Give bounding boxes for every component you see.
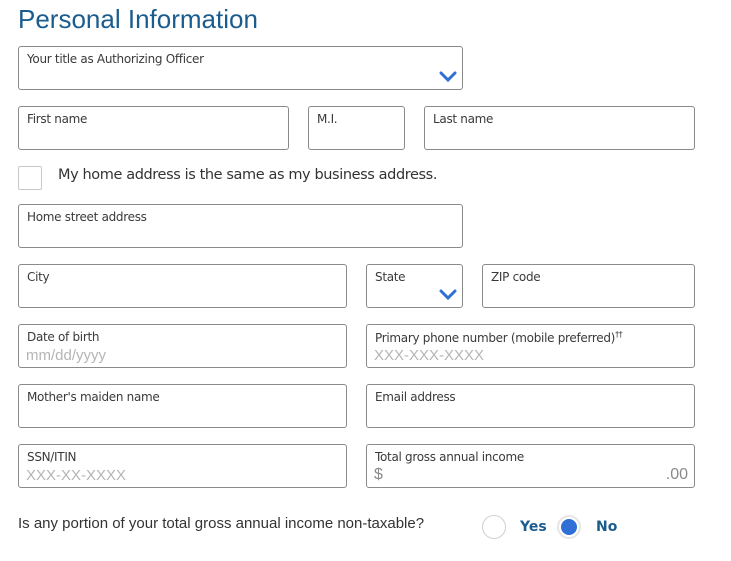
- officer-title-label: Your title as Authorizing Officer: [27, 52, 204, 66]
- income-input[interactable]: Total gross annual income $ .00: [366, 444, 695, 488]
- chevron-down-icon: [439, 71, 457, 83]
- ssn-label: SSN/ITIN: [27, 450, 77, 464]
- home-street-label: Home street address: [27, 210, 147, 224]
- city-label: City: [27, 270, 50, 284]
- email-input[interactable]: Email address: [366, 384, 695, 428]
- ssn-placeholder: XXX-XX-XXXX: [26, 467, 127, 484]
- last-name-input[interactable]: Last name: [424, 106, 695, 150]
- middle-initial-label: M.I.: [317, 112, 338, 126]
- zip-input[interactable]: ZIP code: [482, 264, 695, 308]
- radio-yes-label[interactable]: Yes: [520, 519, 547, 535]
- ssn-input[interactable]: SSN/ITIN XXX-XX-XXXX: [18, 444, 347, 488]
- radio-yes[interactable]: [482, 515, 506, 539]
- chevron-down-icon: [439, 289, 457, 301]
- maiden-name-input[interactable]: Mother's maiden name: [18, 384, 347, 428]
- phone-input[interactable]: Primary phone number (mobile preferred)†…: [366, 324, 695, 368]
- city-input[interactable]: City: [18, 264, 347, 308]
- nontaxable-question: Is any portion of your total gross annua…: [18, 515, 425, 532]
- dob-label: Date of birth: [27, 330, 100, 344]
- first-name-label: First name: [27, 112, 88, 126]
- radio-no[interactable]: [557, 515, 581, 539]
- dob-input[interactable]: Date of birth mm/dd/yyyy: [18, 324, 347, 368]
- phone-label: Primary phone number (mobile preferred)†…: [375, 330, 623, 345]
- income-label: Total gross annual income: [375, 450, 524, 464]
- page-title: Personal Information: [18, 4, 258, 34]
- phone-placeholder: XXX-XXX-XXXX: [374, 347, 485, 364]
- email-label: Email address: [375, 390, 456, 404]
- phone-label-text: Primary phone number (mobile preferred): [375, 331, 616, 345]
- cents-suffix: .00: [665, 466, 688, 483]
- officer-title-select[interactable]: Your title as Authorizing Officer: [18, 46, 463, 90]
- same-address-checkbox[interactable]: [18, 166, 42, 190]
- last-name-label: Last name: [433, 112, 494, 126]
- maiden-name-label: Mother's maiden name: [27, 390, 160, 404]
- footnote-marker: ††: [615, 330, 623, 339]
- currency-symbol: $: [374, 466, 383, 483]
- same-address-label[interactable]: My home address is the same as my busine…: [58, 167, 437, 183]
- dob-placeholder: mm/dd/yyyy: [26, 347, 107, 364]
- first-name-input[interactable]: First name: [18, 106, 289, 150]
- radio-no-label[interactable]: No: [596, 519, 617, 535]
- state-label: State: [375, 270, 406, 284]
- zip-label: ZIP code: [491, 270, 541, 284]
- home-street-input[interactable]: Home street address: [18, 204, 463, 248]
- state-select[interactable]: State: [366, 264, 463, 308]
- middle-initial-input[interactable]: M.I.: [308, 106, 405, 150]
